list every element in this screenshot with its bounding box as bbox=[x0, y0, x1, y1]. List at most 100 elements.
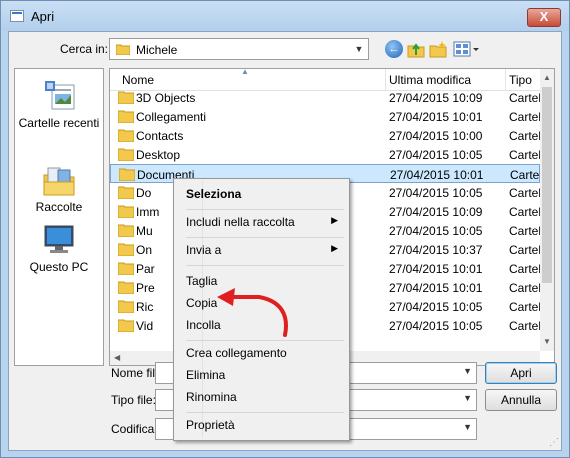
desktop-folder-icon bbox=[118, 148, 134, 161]
lookin-combobox[interactable]: Michele ▼ bbox=[109, 38, 369, 60]
filetype-label: Tipo file: bbox=[111, 393, 156, 407]
saved-games-folder-icon bbox=[118, 262, 134, 275]
vertical-scrollbar[interactable]: ▲ ▼ bbox=[540, 69, 554, 351]
menu-item-invia-a[interactable]: Invia a ▶ bbox=[186, 240, 346, 260]
menu-item-seleziona[interactable]: Seleziona bbox=[186, 184, 346, 204]
file-name: Ric bbox=[136, 300, 154, 314]
file-type: Cartell bbox=[509, 319, 544, 333]
place-libraries-label: Raccolte bbox=[35, 200, 83, 214]
menu-item-label: Crea collegamento bbox=[186, 346, 287, 360]
place-this-pc-label: Questo PC bbox=[29, 260, 89, 274]
menu-item-label: Includi nella raccolta bbox=[186, 215, 295, 229]
cancel-button[interactable]: Annulla bbox=[485, 389, 557, 411]
file-name: 3D Objects bbox=[136, 91, 196, 105]
new-folder-button[interactable] bbox=[429, 40, 447, 58]
menu-item-label: Proprietà bbox=[186, 418, 235, 432]
menu-item-label: Elimina bbox=[186, 368, 226, 382]
file-row[interactable]: Contacts 27/04/2015 10:00 Cartell bbox=[110, 126, 544, 145]
open-button[interactable]: Apri bbox=[485, 362, 557, 384]
folder-icon bbox=[116, 44, 130, 55]
contacts-folder-icon bbox=[118, 129, 134, 142]
menu-item-label: Rinomina bbox=[186, 390, 237, 404]
file-name: Par bbox=[136, 262, 155, 276]
place-recent[interactable]: Cartelle recenti bbox=[15, 79, 103, 130]
file-date: 27/04/2015 10:05 bbox=[389, 186, 483, 200]
file-name: On bbox=[136, 243, 153, 257]
scroll-down-icon[interactable]: ▼ bbox=[540, 335, 554, 349]
file-type: Cartell bbox=[509, 224, 544, 238]
menu-item-includi-nella-raccolta[interactable]: Includi nella raccolta ▶ bbox=[186, 212, 346, 232]
title-bar: Apri X bbox=[1, 1, 569, 31]
scroll-up-icon[interactable]: ▲ bbox=[540, 71, 554, 85]
file-type: Cartell bbox=[509, 148, 544, 162]
file-name: Pre bbox=[136, 281, 155, 295]
resize-grip-icon[interactable]: ⋰ bbox=[549, 437, 559, 448]
file-name: Vid bbox=[136, 319, 154, 333]
column-name[interactable]: Nome bbox=[122, 73, 154, 87]
up-folder-button[interactable] bbox=[407, 40, 425, 58]
close-button[interactable]: X bbox=[527, 8, 561, 27]
file-date: 27/04/2015 10:01 bbox=[389, 262, 483, 276]
red-arrow-annotation bbox=[217, 288, 288, 337]
menu-separator bbox=[186, 209, 344, 210]
searches-folder-icon bbox=[118, 300, 134, 313]
file-name: Imm bbox=[136, 205, 160, 219]
file-type: Cartell bbox=[509, 91, 544, 105]
file-row[interactable]: 3D Objects 27/04/2015 10:09 Cartell bbox=[110, 88, 544, 107]
file-name: Contacts bbox=[136, 129, 184, 143]
file-row[interactable]: Collegamenti 27/04/2015 10:01 Cartell bbox=[110, 107, 544, 126]
chevron-down-icon[interactable]: ▼ bbox=[463, 393, 472, 403]
onedrive-folder-icon bbox=[118, 243, 134, 256]
back-button[interactable]: ← bbox=[385, 40, 403, 58]
folder-icon bbox=[118, 91, 134, 104]
documents-folder-icon bbox=[119, 168, 135, 181]
menu-item-rinomina[interactable]: Rinomina bbox=[186, 387, 346, 407]
file-date: 27/04/2015 10:01 bbox=[389, 110, 483, 124]
file-date: 27/04/2015 10:37 bbox=[389, 243, 483, 257]
menu-item-propriet[interactable]: Proprietà bbox=[186, 415, 346, 435]
lookin-label: Cerca in: bbox=[60, 42, 109, 56]
file-type: Cartell bbox=[509, 281, 544, 295]
favorites-folder-icon bbox=[118, 281, 134, 294]
computer-icon bbox=[44, 225, 74, 253]
menu-item-label: Invia a bbox=[186, 243, 222, 257]
column-date[interactable]: Ultima modifica bbox=[389, 73, 471, 87]
scroll-left-icon[interactable]: ◀ bbox=[114, 351, 120, 365]
music-folder-icon bbox=[118, 224, 134, 237]
file-date: 27/04/2015 10:05 bbox=[389, 300, 483, 314]
menu-item-label: Seleziona bbox=[186, 187, 242, 201]
encoding-label: Codifica: bbox=[111, 422, 158, 436]
menu-item-elimina[interactable]: Elimina bbox=[186, 365, 346, 385]
menu-separator bbox=[186, 265, 344, 266]
lookin-value: Michele bbox=[136, 43, 178, 57]
file-date: 27/04/2015 10:05 bbox=[389, 224, 483, 238]
chevron-down-icon[interactable]: ▼ bbox=[463, 422, 472, 432]
scroll-thumb[interactable] bbox=[542, 87, 552, 283]
file-name: Desktop bbox=[136, 148, 181, 162]
submenu-arrow-icon: ▶ bbox=[331, 215, 338, 225]
file-type: Cartell bbox=[509, 110, 544, 124]
menu-separator bbox=[186, 237, 344, 238]
place-this-pc[interactable]: Questo PC bbox=[15, 223, 103, 274]
place-recent-label: Cartelle recenti bbox=[18, 116, 100, 130]
file-date: 27/04/2015 10:09 bbox=[389, 91, 483, 105]
chevron-down-icon[interactable]: ▼ bbox=[463, 366, 472, 376]
pictures-folder-icon bbox=[118, 205, 134, 218]
file-type: Cartell bbox=[509, 300, 544, 314]
chevron-down-icon[interactable]: ▼ bbox=[350, 39, 368, 59]
view-menu-button[interactable] bbox=[453, 40, 481, 58]
column-type[interactable]: Tipo bbox=[509, 73, 532, 87]
videos-folder-icon bbox=[118, 319, 134, 332]
place-libraries[interactable]: Raccolte bbox=[15, 165, 103, 214]
file-row[interactable]: Desktop 27/04/2015 10:05 Cartell bbox=[110, 145, 544, 164]
file-date: 27/04/2015 10:00 bbox=[389, 129, 483, 143]
recent-places-icon bbox=[45, 81, 75, 110]
file-date: 27/04/2015 10:05 bbox=[389, 319, 483, 333]
file-type: Cartell bbox=[509, 129, 544, 143]
file-name: Collegamenti bbox=[136, 110, 207, 124]
menu-separator bbox=[186, 412, 344, 413]
places-bar: Cartelle recenti Raccolte Questo PC bbox=[14, 68, 104, 366]
libraries-icon bbox=[43, 167, 75, 196]
menu-item-crea-collegamento[interactable]: Crea collegamento bbox=[186, 343, 346, 363]
file-type: Cartell bbox=[509, 186, 544, 200]
